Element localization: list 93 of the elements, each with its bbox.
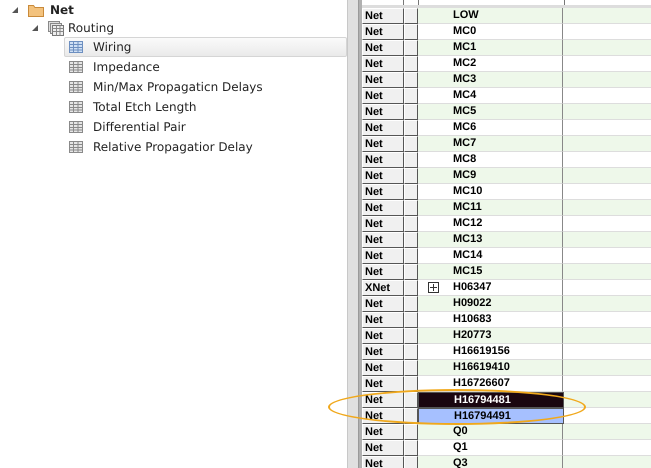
table-cell: Net: [362, 120, 404, 136]
table-cell: Net: [362, 72, 404, 88]
table-cell: Net: [362, 152, 404, 168]
table-cell: Net: [362, 440, 404, 456]
table-cell: Net: [362, 56, 404, 72]
tree-item[interactable]: Total Etch Length: [64, 97, 347, 117]
table-cell[interactable]: H20773: [418, 328, 563, 344]
table-cell[interactable]: H09022: [418, 296, 563, 312]
table-cell: Net: [362, 264, 404, 280]
table-cell: Net: [362, 408, 404, 424]
tree-item[interactable]: Impedance: [64, 57, 347, 77]
table-cell[interactable]: MC11: [418, 200, 563, 216]
table-cell: Net: [362, 8, 404, 24]
table-cell: Net: [362, 392, 404, 408]
table-cell[interactable]: H16794491: [418, 408, 564, 424]
row-header-cell: [404, 24, 418, 40]
row-header-cell: [404, 120, 418, 136]
table-cell[interactable]: MC3: [418, 72, 563, 88]
table-cell: Net: [362, 200, 404, 216]
table-cell[interactable]: H16794481: [418, 392, 564, 408]
row-header-cell: [404, 408, 418, 424]
table-cell: Net: [362, 40, 404, 56]
row-header-cell: [404, 296, 418, 312]
table-cell: Net: [362, 104, 404, 120]
table-cell: Net: [362, 296, 404, 312]
expand-triangle-icon[interactable]: [32, 25, 38, 31]
folder-icon: [28, 4, 44, 16]
table-cell: Net: [362, 344, 404, 360]
table-cell: Net: [362, 184, 404, 200]
row-header-cell: [404, 88, 418, 104]
table-cell: Net: [362, 232, 404, 248]
table-icon: [69, 101, 83, 113]
tree-item[interactable]: Differential Pair: [64, 117, 347, 137]
row-header-cell: [404, 280, 418, 296]
tree-item[interactable]: Min/Max Propagaticn Delays: [64, 77, 347, 97]
row-header-cell: [404, 56, 418, 72]
row-header-cell: [404, 200, 418, 216]
row-header-cell: [404, 360, 418, 376]
row-header-cell: [404, 376, 418, 392]
row-header-cell: [404, 440, 418, 456]
table-icon: [69, 41, 83, 53]
row-header-cell: [404, 136, 418, 152]
row-header-cell: [404, 8, 418, 24]
table-cell[interactable]: MC9: [418, 168, 563, 184]
row-header-cell: [404, 456, 418, 468]
expand-triangle-icon[interactable]: [12, 7, 18, 13]
table-cell: Net: [362, 216, 404, 232]
tables-icon: [48, 20, 64, 36]
table-cell: Net: [362, 424, 404, 440]
row-header-cell: [404, 328, 418, 344]
row-header-cell: [404, 184, 418, 200]
row-header-cell: [404, 40, 418, 56]
row-header-cell: [404, 72, 418, 88]
table-cell: Net: [362, 24, 404, 40]
table-cell: Net: [362, 88, 404, 104]
table-cell[interactable]: MC13: [418, 232, 563, 248]
table-cell[interactable]: H16619410: [418, 360, 563, 376]
row-header-cell: [404, 264, 418, 280]
row-header-cell: [404, 312, 418, 328]
table-cell[interactable]: Q0: [418, 424, 563, 440]
tree-item[interactable]: Routing: [68, 21, 114, 35]
table-cell: Net: [362, 168, 404, 184]
row-header-cell: [404, 232, 418, 248]
table-cell[interactable]: MC5: [418, 104, 563, 120]
row-header-cell: [404, 248, 418, 264]
table-icon: [69, 141, 83, 153]
table-icon: [69, 61, 83, 73]
row-header-cell: [404, 344, 418, 360]
table-cell: Net: [362, 312, 404, 328]
table-cell: Net: [362, 248, 404, 264]
tree-item[interactable]: Net: [50, 3, 74, 17]
expand-plus-icon[interactable]: [428, 282, 439, 293]
table-cell[interactable]: LOW: [418, 8, 563, 24]
row-header-cell: [404, 392, 418, 408]
tree-item[interactable]: Relative Propagatior Delay: [64, 137, 347, 157]
row-header-cell: [404, 104, 418, 120]
row-header-cell: [404, 152, 418, 168]
table-cell: XNet: [362, 280, 404, 296]
table-cell: Net: [362, 360, 404, 376]
table-cell[interactable]: MC15: [418, 264, 563, 280]
table-cell: Net: [362, 328, 404, 344]
table-icon: [69, 121, 83, 133]
table-cell[interactable]: Q3: [418, 456, 563, 468]
table-cell[interactable]: MC7: [418, 136, 563, 152]
tree-item[interactable]: Wiring: [64, 37, 347, 57]
row-header-cell: [404, 216, 418, 232]
table-cell: Net: [362, 456, 404, 468]
table-cell: Net: [362, 136, 404, 152]
table-cell: Net: [362, 376, 404, 392]
row-header-cell: [404, 168, 418, 184]
row-header-cell: [404, 424, 418, 440]
table-icon: [69, 81, 83, 93]
table-cell[interactable]: MC1: [418, 40, 563, 56]
